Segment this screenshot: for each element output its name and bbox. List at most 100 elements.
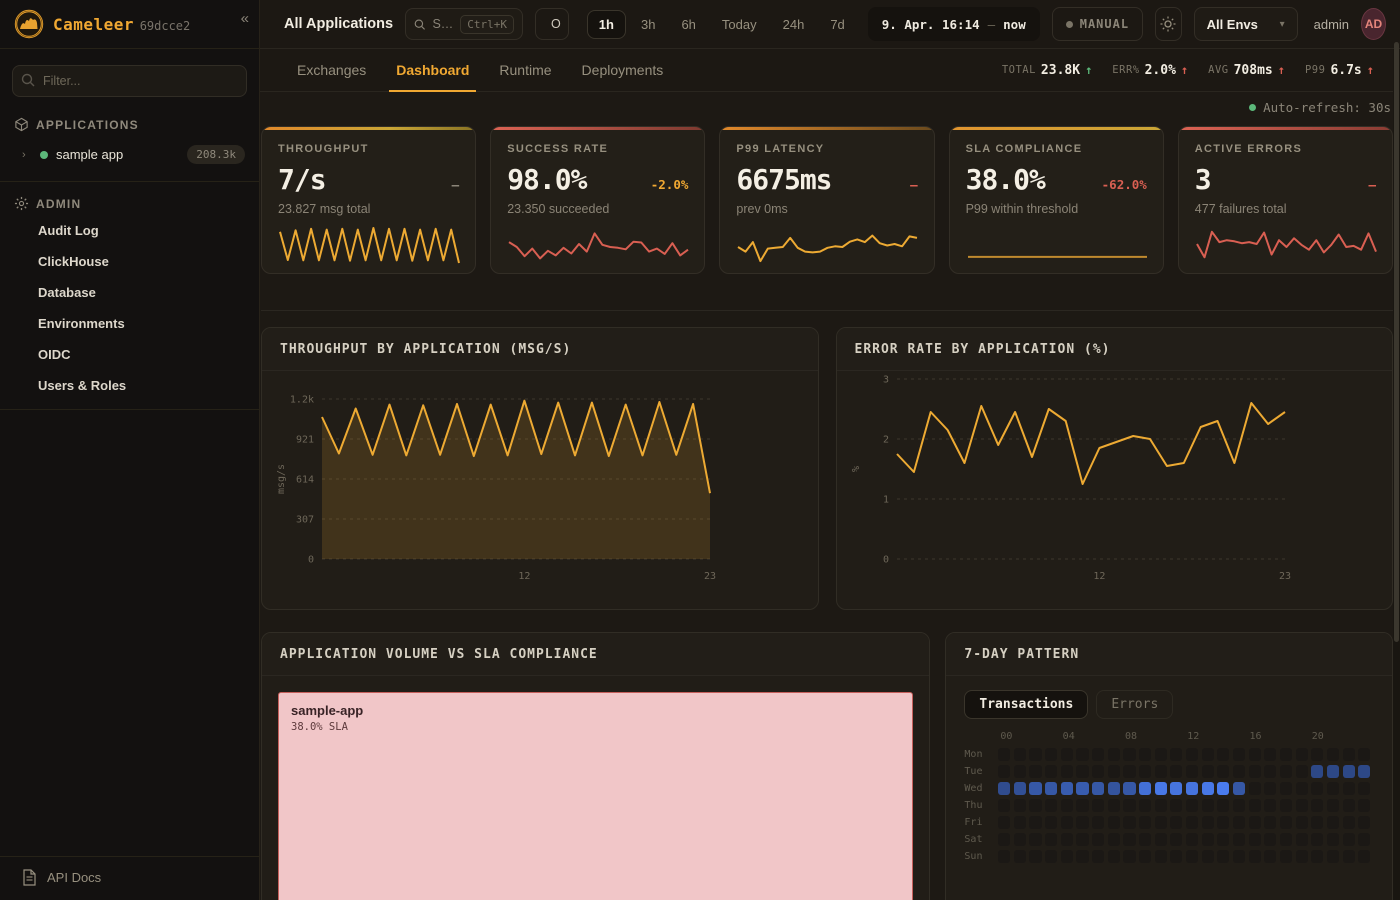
heatmap-cell[interactable]: [1249, 850, 1261, 863]
heatmap-cell[interactable]: [1061, 799, 1073, 812]
heatmap-cell[interactable]: [1076, 833, 1088, 846]
heatmap-cell[interactable]: [1123, 748, 1135, 761]
global-search[interactable]: S… Ctrl+K: [405, 8, 523, 40]
time-range-7d[interactable]: 7d: [819, 11, 855, 38]
heatmap-cell[interactable]: [1296, 748, 1308, 761]
heatmap-cell[interactable]: [1233, 765, 1245, 778]
heatmap-cell[interactable]: [1061, 748, 1073, 761]
heatmap-cell[interactable]: [1170, 765, 1182, 778]
heatmap-cell[interactable]: [1249, 782, 1261, 795]
heatmap-cell[interactable]: [1061, 850, 1073, 863]
heatmap-cell[interactable]: [1123, 799, 1135, 812]
heatmap-cell[interactable]: [1280, 850, 1292, 863]
heatmap-cell[interactable]: [1343, 833, 1355, 846]
heatmap-cell[interactable]: [1092, 782, 1104, 795]
heatmap-cell[interactable]: [1280, 816, 1292, 829]
heatmap-cell[interactable]: [1233, 850, 1245, 863]
heatmap-cell[interactable]: [1186, 850, 1198, 863]
heatmap-cell[interactable]: [1358, 782, 1370, 795]
heatmap-cell[interactable]: [1233, 816, 1245, 829]
heatmap-cell[interactable]: [1076, 816, 1088, 829]
heatmap-cell[interactable]: [1327, 833, 1339, 846]
heatmap-cell[interactable]: [1264, 833, 1276, 846]
heatmap-cell[interactable]: [1202, 782, 1214, 795]
time-range-6h[interactable]: 6h: [670, 11, 706, 38]
heatmap-cell[interactable]: [1123, 816, 1135, 829]
heatmap-cell[interactable]: [1296, 782, 1308, 795]
heatmap-cell[interactable]: [1217, 765, 1229, 778]
heatmap-cell[interactable]: [1123, 850, 1135, 863]
heatmap-cell[interactable]: [1155, 748, 1167, 761]
heatmap-cell[interactable]: [1092, 833, 1104, 846]
heatmap-cell[interactable]: [1155, 816, 1167, 829]
heatmap-cell[interactable]: [1358, 850, 1370, 863]
heatmap-cell[interactable]: [1358, 765, 1370, 778]
heatmap-cell[interactable]: [1092, 748, 1104, 761]
sidebar-item-audit-log[interactable]: Audit Log: [0, 215, 259, 246]
heatmap-cell[interactable]: [1280, 833, 1292, 846]
heatmap-cell[interactable]: [1155, 765, 1167, 778]
heatmap-cell[interactable]: [1014, 782, 1026, 795]
heatmap-cell[interactable]: [1170, 748, 1182, 761]
time-range-today[interactable]: Today: [711, 11, 768, 38]
sidebar-item-environments[interactable]: Environments: [0, 308, 259, 339]
heatmap-cell[interactable]: [1343, 850, 1355, 863]
heatmap-cell[interactable]: [1327, 850, 1339, 863]
sidebar-item-oidc[interactable]: OIDC: [0, 339, 259, 370]
heatmap-cell[interactable]: [1108, 850, 1120, 863]
heatmap-cell[interactable]: [1296, 799, 1308, 812]
heatmap-cell[interactable]: [998, 765, 1010, 778]
heatmap-cell[interactable]: [1061, 782, 1073, 795]
heatmap-cell[interactable]: [1264, 765, 1276, 778]
heatmap-cell[interactable]: [1202, 765, 1214, 778]
heatmap-cell[interactable]: [1139, 850, 1151, 863]
heatmap-cell[interactable]: [1264, 850, 1276, 863]
tab-exchanges[interactable]: Exchanges: [282, 49, 381, 91]
heatmap-cell[interactable]: [1123, 833, 1135, 846]
heatmap-cell[interactable]: [1296, 850, 1308, 863]
heatmap-cell[interactable]: [998, 748, 1010, 761]
sidebar-item-database[interactable]: Database: [0, 277, 259, 308]
heatmap-cell[interactable]: [1076, 799, 1088, 812]
heatmap-cell[interactable]: [1311, 850, 1323, 863]
heatmap-cell[interactable]: [1186, 833, 1198, 846]
time-range-24h[interactable]: 24h: [772, 11, 816, 38]
heatmap-cell[interactable]: [1170, 782, 1182, 795]
heatmap-cell[interactable]: [1280, 765, 1292, 778]
heatmap-cell[interactable]: [1186, 748, 1198, 761]
heatmap-cell[interactable]: [1061, 833, 1073, 846]
heatmap-cell[interactable]: [1123, 765, 1135, 778]
sidebar-item-users-roles[interactable]: Users & Roles: [0, 370, 259, 401]
time-range-1h[interactable]: 1h: [587, 10, 626, 39]
tab-deployments[interactable]: Deployments: [567, 49, 679, 91]
online-status-pill[interactable]: O: [535, 8, 569, 40]
heatmap-cell[interactable]: [1108, 833, 1120, 846]
heatmap-cell[interactable]: [1343, 799, 1355, 812]
heatmap-cell[interactable]: [1014, 765, 1026, 778]
heatmap-cell[interactable]: [1249, 748, 1261, 761]
heatmap-cell[interactable]: [1217, 748, 1229, 761]
heatmap-cell[interactable]: [998, 782, 1010, 795]
heatmap-cell[interactable]: [1014, 816, 1026, 829]
heatmap-cell[interactable]: [1155, 850, 1167, 863]
heatmap-cell[interactable]: [1202, 748, 1214, 761]
heatmap-cell[interactable]: [1061, 816, 1073, 829]
heatmap-cell[interactable]: [1249, 833, 1261, 846]
theme-toggle-button[interactable]: [1155, 7, 1181, 41]
filter-input[interactable]: [12, 65, 247, 97]
treemap-cell-sample-app[interactable]: sample-app 38.0% SLA: [278, 692, 913, 900]
heatmap-cell[interactable]: [1296, 816, 1308, 829]
environments-dropdown[interactable]: All Envs ▾: [1194, 7, 1298, 41]
heatmap-cell[interactable]: [1202, 850, 1214, 863]
heatmap-cell[interactable]: [1233, 833, 1245, 846]
heatmap-cell[interactable]: [1139, 765, 1151, 778]
heatmap-cell[interactable]: [1076, 765, 1088, 778]
heatmap-cell[interactable]: [1029, 799, 1041, 812]
heatmap-cell[interactable]: [1061, 765, 1073, 778]
heatmap-cell[interactable]: [1217, 850, 1229, 863]
manual-refresh-button[interactable]: MANUAL: [1052, 7, 1143, 41]
heatmap-cell[interactable]: [1014, 833, 1026, 846]
heatmap-cell[interactable]: [1108, 765, 1120, 778]
heatmap-cell[interactable]: [1155, 799, 1167, 812]
heatmap-cell[interactable]: [1311, 748, 1323, 761]
